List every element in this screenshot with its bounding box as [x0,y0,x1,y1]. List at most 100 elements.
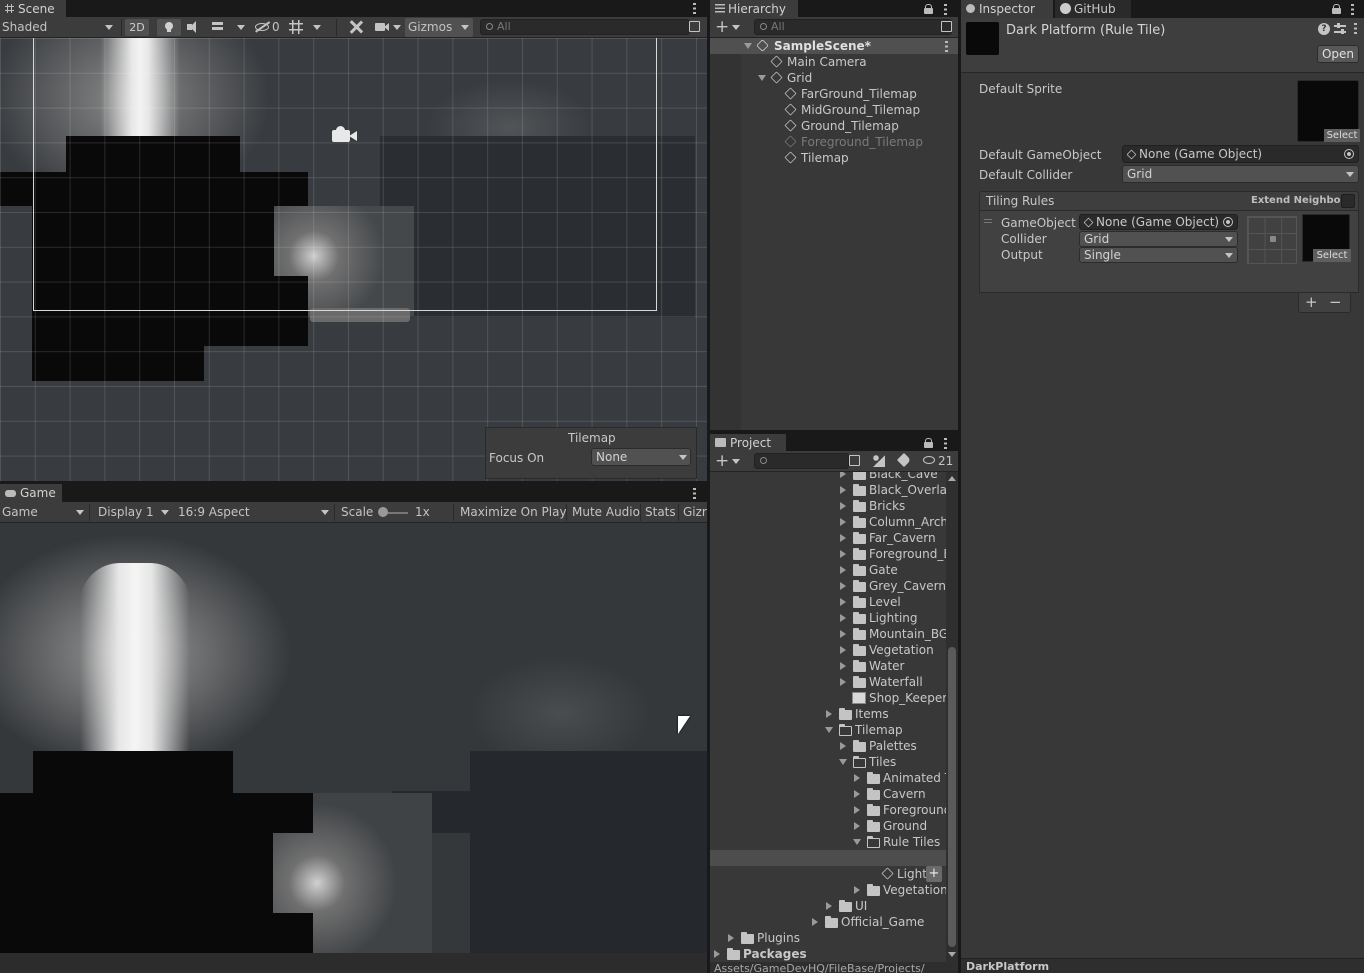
project-list-item[interactable]: Official_Game [710,914,946,930]
expand-arrow-icon[interactable] [854,806,860,814]
extend-neighbor-checkbox[interactable] [1341,194,1355,208]
project-list-item[interactable]: Column_Arch [710,514,946,530]
project-list-item[interactable]: Water [710,658,946,674]
preset-icon[interactable] [1334,23,1346,35]
shading-mode-dropdown[interactable]: Shaded [2,20,47,34]
rule-collider-dropdown[interactable]: Grid [1079,231,1238,247]
expand-arrow-icon[interactable] [758,75,766,81]
collapse-arrow-icon[interactable] [825,727,833,733]
grid-snap-icon[interactable] [289,20,303,34]
project-list-item[interactable]: Rule Tiles [710,834,946,850]
project-list-item[interactable]: Bricks [710,498,946,514]
project-list-item[interactable]: Lighting [710,610,946,626]
expand-arrow-icon[interactable] [840,630,846,638]
hidden-packages-icon[interactable] [923,456,935,464]
default-gameobject-field[interactable]: None (Game Object) [1122,145,1359,163]
expand-arrow-icon[interactable] [744,43,752,49]
hierarchy-item-midground[interactable]: MidGround_Tilemap [710,102,958,118]
project-list-item[interactable]: Gate [710,562,946,578]
effects-icon[interactable] [210,20,226,34]
project-list-item[interactable]: Items [710,706,946,722]
project-list-item[interactable]: Foreground_E [710,546,946,562]
project-search-input[interactable] [754,453,849,469]
expand-arrow-icon[interactable] [854,774,860,782]
expand-arrow-icon[interactable] [840,566,846,574]
expand-arrow-icon[interactable] [840,550,846,558]
add-rule-button[interactable]: + [1305,293,1318,311]
hierarchy-item-farground[interactable]: FarGround_Tilemap [710,86,958,102]
project-list-item[interactable]: Shop_Keeper [710,690,946,706]
hierarchy-item-tilemap[interactable]: Tilemap [710,150,958,166]
expand-arrow-icon[interactable] [840,486,846,494]
project-list-item[interactable]: Level [710,594,946,610]
chevron-down-icon[interactable] [313,25,321,30]
scale-slider-handle[interactable] [378,507,388,517]
expand-arrow-icon[interactable] [812,918,818,926]
project-list-item[interactable]: Cavern [710,786,946,802]
expand-arrow-icon[interactable] [840,534,846,542]
hierarchy-item-foreground[interactable]: Foreground_Tilemap [710,134,958,150]
filter-type-icon[interactable] [873,455,885,467]
search-options-icon[interactable] [849,455,860,466]
tab-inspector[interactable]: Inspector [961,0,1053,18]
project-list-item[interactable]: Vegetation [710,642,946,658]
project-list-item[interactable]: Mountain_BG [710,626,946,642]
project-list-item[interactable]: Palettes [710,738,946,754]
chevron-down-icon[interactable] [732,459,740,464]
label-tag-icon[interactable] [896,452,912,468]
expand-arrow-icon[interactable] [840,598,846,606]
game-mode-dropdown[interactable]: Game [2,505,38,519]
rule-sprite-field[interactable]: Select [1302,214,1351,262]
expand-arrow-icon[interactable] [840,582,846,590]
game-scrollbar[interactable] [0,953,707,973]
chevron-down-icon[interactable] [393,25,401,30]
project-scrollbar-thumb[interactable] [948,647,956,947]
expand-arrow-icon[interactable] [714,950,720,958]
mute-audio-toggle[interactable]: Mute Audio [572,505,640,519]
lock-icon[interactable] [1332,4,1341,14]
2d-toggle-button[interactable]: 2D [125,19,149,36]
add-object-button[interactable]: + [715,17,729,37]
expand-arrow-icon[interactable] [826,710,832,718]
project-list-item[interactable]: Light + [710,866,946,882]
expand-arrow-icon[interactable] [840,614,846,622]
add-to-palette-icon[interactable]: + [926,866,942,882]
expand-arrow-icon[interactable] [826,902,832,910]
project-list-item[interactable]: Waterfall [710,674,946,690]
expand-arrow-icon[interactable] [840,742,846,750]
project-list-item[interactable]: Tiles [710,754,946,770]
drag-handle-icon[interactable] [984,219,992,223]
project-list-item[interactable]: Vegetation [710,882,946,898]
tools-icon[interactable] [349,20,364,35]
display-dropdown[interactable]: Display 1 [98,505,154,519]
lighting-toggle-button[interactable] [157,19,181,36]
collapse-arrow-icon[interactable] [853,839,861,845]
expand-arrow-icon[interactable] [840,646,846,654]
create-asset-button[interactable]: + [715,451,729,471]
rule-output-dropdown[interactable]: Single [1079,247,1238,263]
rule-sprite-select-button[interactable]: Select [1313,249,1351,262]
tiling-rule-item[interactable]: GameObject None (Game Object) Collider G… [979,211,1359,293]
project-list-item[interactable]: Packages [710,946,946,962]
scene-search-input[interactable]: All [480,19,690,35]
tab-project[interactable]: Project [710,434,786,452]
default-sprite-select-button[interactable]: Select [1324,129,1360,142]
visibility-icon[interactable] [254,20,270,34]
tab-scene[interactable]: Scene [0,0,66,18]
camera-gizmo-icon[interactable] [330,126,360,146]
help-icon[interactable]: ? [1318,23,1330,35]
project-more-icon[interactable] [944,438,947,449]
rule-gameobject-field[interactable]: None (Game Object) [1079,214,1238,230]
scene-more-icon[interactable] [693,3,696,14]
hierarchy-item-grid[interactable]: Grid [710,70,958,86]
project-list-item[interactable]: Tilemap [710,722,946,738]
project-list-item[interactable]: Grey_Cavern [710,578,946,594]
neighbor-rule-grid[interactable] [1247,216,1297,264]
remove-rule-button[interactable]: − [1329,293,1342,311]
default-collider-dropdown[interactable]: Grid [1122,165,1359,183]
chevron-down-icon[interactable] [237,25,245,30]
focus-on-dropdown[interactable]: None [591,448,691,466]
lock-icon[interactable] [924,438,933,448]
scene-viewport[interactable]: Tilemap Focus On None [0,38,707,481]
expand-arrow-icon[interactable] [840,502,846,510]
